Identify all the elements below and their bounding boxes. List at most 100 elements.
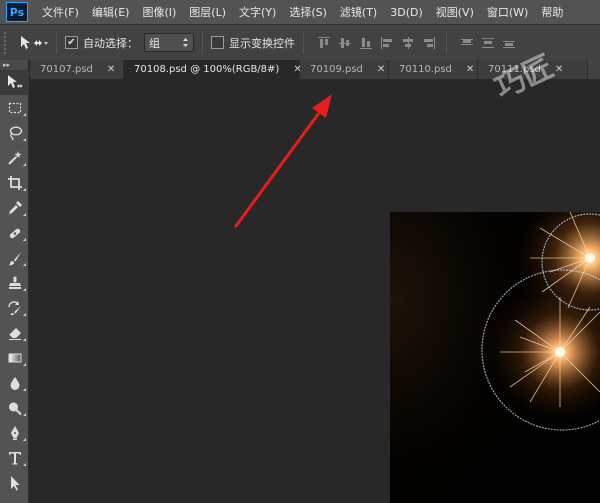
tool-flyout-indicator [23, 438, 26, 441]
tool-flyout-indicator [23, 288, 26, 291]
gradient-icon [8, 353, 21, 362]
menu-help[interactable]: 帮助 [541, 4, 563, 20]
lasso-icon [9, 126, 22, 140]
tool-flyout-indicator [23, 163, 26, 166]
close-tab-icon[interactable]: ✕ [555, 64, 563, 75]
align-top-icon[interactable] [315, 34, 333, 52]
menu-type[interactable]: 文字(Y) [239, 4, 276, 20]
eyedropper-icon [8, 200, 22, 214]
menu-select[interactable]: 选择(S) [289, 4, 327, 20]
crop-icon [7, 175, 22, 190]
options-separator [303, 31, 304, 54]
healing-brush-tool-button[interactable] [0, 220, 29, 245]
options-separator [446, 31, 447, 54]
close-tab-icon[interactable]: ✕ [377, 64, 385, 75]
type-icon [8, 451, 21, 464]
show-transform-checkbox[interactable] [211, 36, 224, 49]
magic-wand-icon [7, 150, 21, 165]
magic-wand-tool-button[interactable] [0, 145, 29, 170]
tools-panel: ▸▸ [0, 60, 29, 503]
crop-tool-button[interactable] [0, 170, 29, 195]
photoshop-logo: Ps [4, 0, 30, 24]
auto-select-label: 自动选择： [83, 36, 138, 50]
auto-select-dropdown[interactable]: 组 [144, 33, 194, 52]
brush-icon [8, 251, 21, 265]
tab-70110[interactable]: 70110.psd ✕ [389, 60, 478, 79]
gradient-tool-button[interactable] [0, 345, 29, 370]
dodge-icon [8, 402, 22, 415]
type-tool-button[interactable] [0, 445, 29, 470]
menu-filter[interactable]: 滤镜(T) [340, 4, 377, 20]
distribute-top-icon[interactable] [458, 34, 476, 52]
options-bar-grip[interactable] [4, 31, 10, 54]
move-tool-preset-icon [21, 35, 48, 49]
distribute-bottom-icon[interactable] [500, 34, 518, 52]
eraser-tool-button[interactable] [0, 320, 29, 345]
tool-flyout-indicator [23, 188, 26, 191]
tab-label: 70108.psd @ 100%(RGB/8#) [134, 64, 280, 75]
tab-70111[interactable]: 70111.psd ✕ [478, 60, 588, 79]
updown-chevron-icon [183, 38, 188, 47]
tool-flyout-indicator [23, 338, 26, 341]
bandage-icon [9, 228, 20, 238]
pen-tool-button[interactable] [0, 420, 29, 445]
auto-select-checkbox[interactable]: ✔ [65, 36, 78, 49]
tab-70107[interactable]: 70107.psd ✕ [30, 60, 124, 79]
blur-drop-icon [10, 376, 19, 390]
canvas-workspace[interactable] [30, 80, 600, 503]
menu-window[interactable]: 窗口(W) [487, 4, 528, 20]
blur-tool-button[interactable] [0, 370, 29, 395]
tab-70108[interactable]: 70108.psd @ 100%(RGB/8#) ✕ [124, 60, 302, 79]
distribute-center-icon[interactable] [479, 34, 497, 52]
tool-flyout-indicator [23, 388, 26, 391]
menu-3d[interactable]: 3D(D) [390, 6, 423, 19]
show-transform-label: 显示变换控件 [229, 36, 295, 50]
document-canvas[interactable] [390, 212, 600, 503]
menu-layer[interactable]: 图层(L) [189, 4, 226, 20]
clone-stamp-tool-button[interactable] [0, 270, 29, 295]
marquee-tool-button[interactable] [0, 95, 29, 120]
tab-label: 70110.psd [399, 64, 452, 75]
tool-preset-picker[interactable] [18, 34, 48, 52]
tool-flyout-indicator [23, 263, 26, 266]
tab-70109[interactable]: 70109.psd ✕ [300, 60, 389, 79]
brush-tool-button[interactable] [0, 245, 29, 270]
history-brush-tool-button[interactable] [0, 295, 29, 320]
options-separator [202, 31, 203, 54]
align-vertical-center-icon[interactable] [336, 34, 354, 52]
move-tool-button[interactable] [0, 70, 29, 95]
ps-logo-text: Ps [6, 2, 28, 22]
tool-flyout-indicator [23, 463, 26, 466]
history-brush-icon [7, 300, 21, 315]
auto-select-value: 组 [149, 36, 160, 50]
dodge-tool-button[interactable] [0, 395, 29, 420]
close-tab-icon[interactable]: ✕ [466, 64, 474, 75]
move-icon [7, 74, 22, 88]
align-left-icon[interactable] [378, 34, 396, 52]
options-bar: ✔ 自动选择： 组 显示变换控件 [0, 24, 600, 60]
menu-image[interactable]: 图像(I) [142, 4, 176, 20]
path-selection-icon [10, 475, 19, 490]
eraser-icon [8, 327, 21, 340]
align-right-icon[interactable] [420, 34, 438, 52]
path-selection-tool-button[interactable] [0, 470, 29, 495]
tool-flyout-indicator [23, 113, 26, 116]
rectangular-marquee-icon [8, 102, 21, 113]
annotation-arrow-icon [234, 94, 332, 228]
menu-edit[interactable]: 编辑(E) [92, 4, 130, 20]
align-bottom-icon[interactable] [357, 34, 375, 52]
stamp-icon [8, 276, 21, 289]
menu-view[interactable]: 视图(V) [436, 4, 474, 20]
menu-file[interactable]: 文件(F) [42, 4, 79, 20]
tools-collapse-icon[interactable]: ▸▸ [0, 60, 28, 70]
tool-flyout-indicator [23, 138, 26, 141]
tab-label: 70109.psd [310, 64, 363, 75]
menu-bar: Ps 文件(F) 编辑(E) 图像(I) 图层(L) 文字(Y) 选择(S) 滤… [0, 0, 600, 24]
tab-label: 70107.psd [40, 64, 93, 75]
tool-flyout-indicator [23, 313, 26, 316]
close-tab-icon[interactable]: ✕ [107, 64, 115, 75]
lasso-tool-button[interactable] [0, 120, 29, 145]
align-horizontal-center-icon[interactable] [399, 34, 417, 52]
lens-flare-image [390, 212, 600, 503]
eyedropper-tool-button[interactable] [0, 195, 29, 220]
